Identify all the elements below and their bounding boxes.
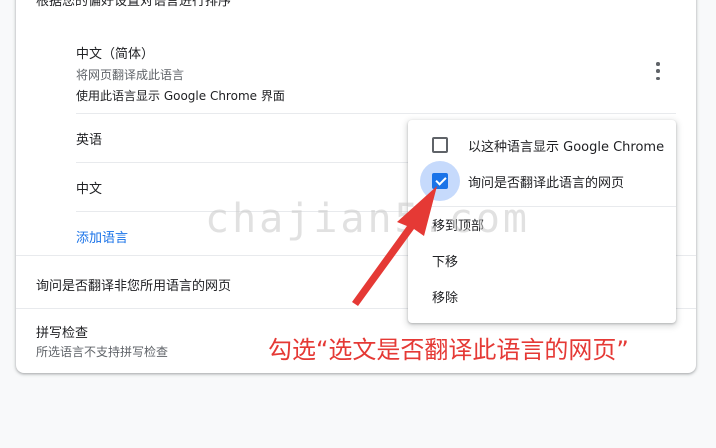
menu-item-label: 移到顶部	[432, 218, 485, 234]
sort-hint: 根据您的偏好设置对语言进行排序	[36, 0, 232, 9]
language-name: 中文（简体）	[76, 47, 155, 62]
offer-translate-label: 询问是否翻译非您所用语言的网页	[36, 279, 232, 294]
menu-item-label: 询问是否翻译此语言的网页	[468, 175, 625, 191]
more-vert-icon	[656, 62, 660, 66]
menu-item-label: 移除	[432, 290, 459, 306]
spellcheck-title: 拼写检查	[36, 326, 89, 341]
language-item-zh-cn: 中文（简体） 将网页翻译成此语言 使用此语言显示 Google Chrome 界…	[76, 43, 676, 104]
display-language-checkbox[interactable]	[432, 137, 448, 153]
language-context-menu: 以这种语言显示 Google Chrome 询问是否翻译此语言的网页 移到顶部 …	[408, 120, 676, 323]
annotation-caption: 勾选“选文是否翻译此语言的网页”	[268, 336, 629, 364]
spellcheck-subtitle: 所选语言不支持拼写检查	[36, 345, 169, 359]
menu-item-display-in-language[interactable]: 以这种语言显示 Google Chrome	[408, 127, 676, 163]
menu-item-label: 以这种语言显示 Google Chrome	[468, 139, 665, 155]
menu-item-move-down[interactable]: 下移	[408, 242, 676, 278]
language-ui-display: 使用此语言显示 Google Chrome 界面	[76, 89, 285, 103]
add-language-link[interactable]: 添加语言	[76, 227, 128, 246]
menu-item-move-top[interactable]: 移到顶部	[408, 206, 676, 242]
menu-item-remove[interactable]: 移除	[408, 278, 676, 314]
divider	[76, 113, 676, 114]
more-actions-button[interactable]	[652, 62, 664, 80]
menu-item-label: 下移	[432, 254, 459, 270]
language-translate-target: 将网页翻译成此语言	[76, 68, 185, 82]
menu-item-offer-translate[interactable]: 询问是否翻译此语言的网页	[408, 161, 676, 201]
offer-translate-checkbox[interactable]	[432, 173, 448, 189]
